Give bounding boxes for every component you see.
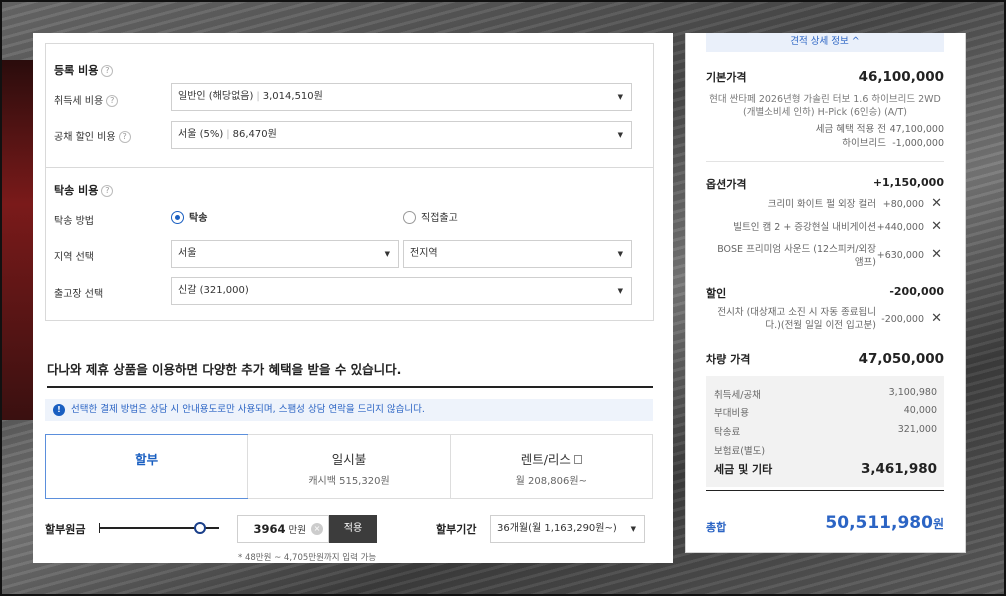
detail-toggle-button[interactable]: 견적 상세 정보 ^ — [706, 33, 944, 52]
discount-item: 전시차 (대상재고 소진 시 자동 종료됩니 다.)(전월 일일 이전 입고분) … — [717, 307, 942, 331]
option-item: BOSE 프리미엄 사운드 (12스피커/외장 앰프) +630,000 ✕ — [717, 244, 942, 268]
remove-icon[interactable]: ✕ — [931, 197, 942, 210]
help-icon[interactable]: ? — [101, 185, 114, 197]
background-car-detail — [0, 60, 34, 420]
cost-form-panel: 등록 비용? 취득세 비용? 일반인 (해당없음) | 3,014,510원 ▼ 공… — [33, 33, 673, 563]
radio-delivery[interactable]: 탁송 — [171, 211, 207, 226]
chevron-down-icon: ▼ — [617, 250, 623, 258]
region-label: 지역 선택 — [54, 252, 94, 263]
delivery-title: 탁송 비용? — [54, 182, 114, 198]
delivery-cost-section: 탁송 비용? 탁송 방법 탁송 직접출고 지역 선택 서울 ▼ 전지역 ▼ 출고… — [45, 167, 654, 321]
help-icon[interactable]: ? — [101, 65, 114, 77]
info-icon: ! — [53, 404, 65, 416]
fee-row: 보험료(별도) — [714, 446, 766, 457]
quote-summary-panel: 견적 상세 정보 ^ 기본가격 46,100,000 현대 싼타페 2026년형 … — [685, 33, 966, 553]
tab-lump-sum[interactable]: 일시불 캐시백 515,320원 — [247, 435, 449, 498]
period-select[interactable]: 36개월(월 1,163,290원~) ▼ — [490, 515, 645, 543]
region-district-select[interactable]: 전지역 ▼ — [403, 240, 632, 268]
bond-discount-select[interactable]: 서울 (5%) | 86,470원 ▼ — [171, 121, 632, 149]
base-price-row: 기본가격 46,100,000 — [706, 69, 944, 85]
principal-label: 할부원금 — [45, 523, 86, 536]
fee-row: 취득세/공채 3,100,980 — [714, 387, 937, 401]
chevron-down-icon: ▼ — [617, 287, 623, 295]
amount-hint: * 48만원 ~ 4,705만원까지 입력 가능 — [238, 553, 377, 563]
acquisition-tax-select[interactable]: 일반인 (해당없음) | 3,014,510원 ▼ — [171, 83, 632, 111]
options-row: 옵션가격 +1,150,000 — [706, 176, 944, 191]
clear-icon[interactable]: × — [311, 523, 323, 535]
principal-amount-input[interactable]: 3964 만원 × — [237, 515, 329, 543]
registration-cost-section: 등록 비용? 취득세 비용? 일반인 (해당없음) | 3,014,510원 ▼ 공… — [45, 43, 654, 167]
radio-direct-pickup[interactable]: 직접출고 — [403, 211, 458, 226]
chevron-down-icon: ▼ — [384, 250, 390, 258]
fee-row: 부대비용 40,000 — [714, 405, 937, 419]
principal-slider[interactable] — [99, 522, 219, 534]
base-description: 현대 싼타페 2026년형 가솔린 터보 1.6 하이브리드 2WD (개별소비… — [709, 94, 941, 118]
factory-select[interactable]: 신갈 (321,000) ▼ — [171, 277, 632, 305]
help-icon[interactable]: ? — [118, 131, 131, 143]
registration-title: 등록 비용? — [54, 62, 114, 78]
fee-row: 탁송료 321,000 — [714, 424, 937, 438]
payment-notice: ! 선택한 결제 방법은 상담 시 안내용도로만 사용되며, 스팸성 상담 연락… — [45, 399, 653, 421]
apply-button[interactable]: 적용 — [329, 515, 377, 543]
period-label: 할부기간 — [436, 523, 477, 536]
fees-box: 취득세/공채 3,100,980 부대비용 40,000 탁송료 321,000 보험… — [706, 376, 944, 487]
region-city-select[interactable]: 서울 ▼ — [171, 240, 399, 268]
factory-label: 출고장 선택 — [54, 289, 104, 300]
tab-installment[interactable]: 할부 — [45, 434, 249, 499]
help-icon[interactable]: ? — [106, 95, 119, 107]
chevron-down-icon: ▼ — [630, 525, 636, 533]
bond-discount-label: 공채 할인 비용? — [54, 128, 131, 143]
tab-rent-lease[interactable]: 렌트/리스 월 208,806원~ — [449, 435, 652, 498]
delivery-method-label: 탁송 방법 — [54, 216, 94, 227]
discount-row: 할인 -200,000 — [706, 285, 944, 300]
slider-handle[interactable] — [193, 522, 206, 534]
remove-icon[interactable]: ✕ — [931, 220, 942, 233]
payment-tabs: 할부 일시불 캐시백 515,320원 렌트/리스 월 208,806원~ — [45, 434, 653, 499]
chevron-down-icon: ▼ — [617, 93, 623, 101]
car-price-row: 차량 가격 47,050,000 — [706, 351, 944, 367]
chevron-down-icon: ▼ — [617, 131, 623, 139]
remove-icon[interactable]: ✕ — [931, 248, 942, 261]
acquisition-tax-label: 취득세 비용? — [54, 92, 119, 107]
promo-headline: 다나와 제휴 상품을 이용하면 다양한 추가 혜택을 받을 수 있습니다. — [47, 359, 653, 388]
copy-icon — [573, 455, 582, 464]
tax-etc-row: 세금 및 기타 3,461,980 — [714, 461, 937, 477]
remove-icon[interactable]: ✕ — [931, 312, 942, 325]
